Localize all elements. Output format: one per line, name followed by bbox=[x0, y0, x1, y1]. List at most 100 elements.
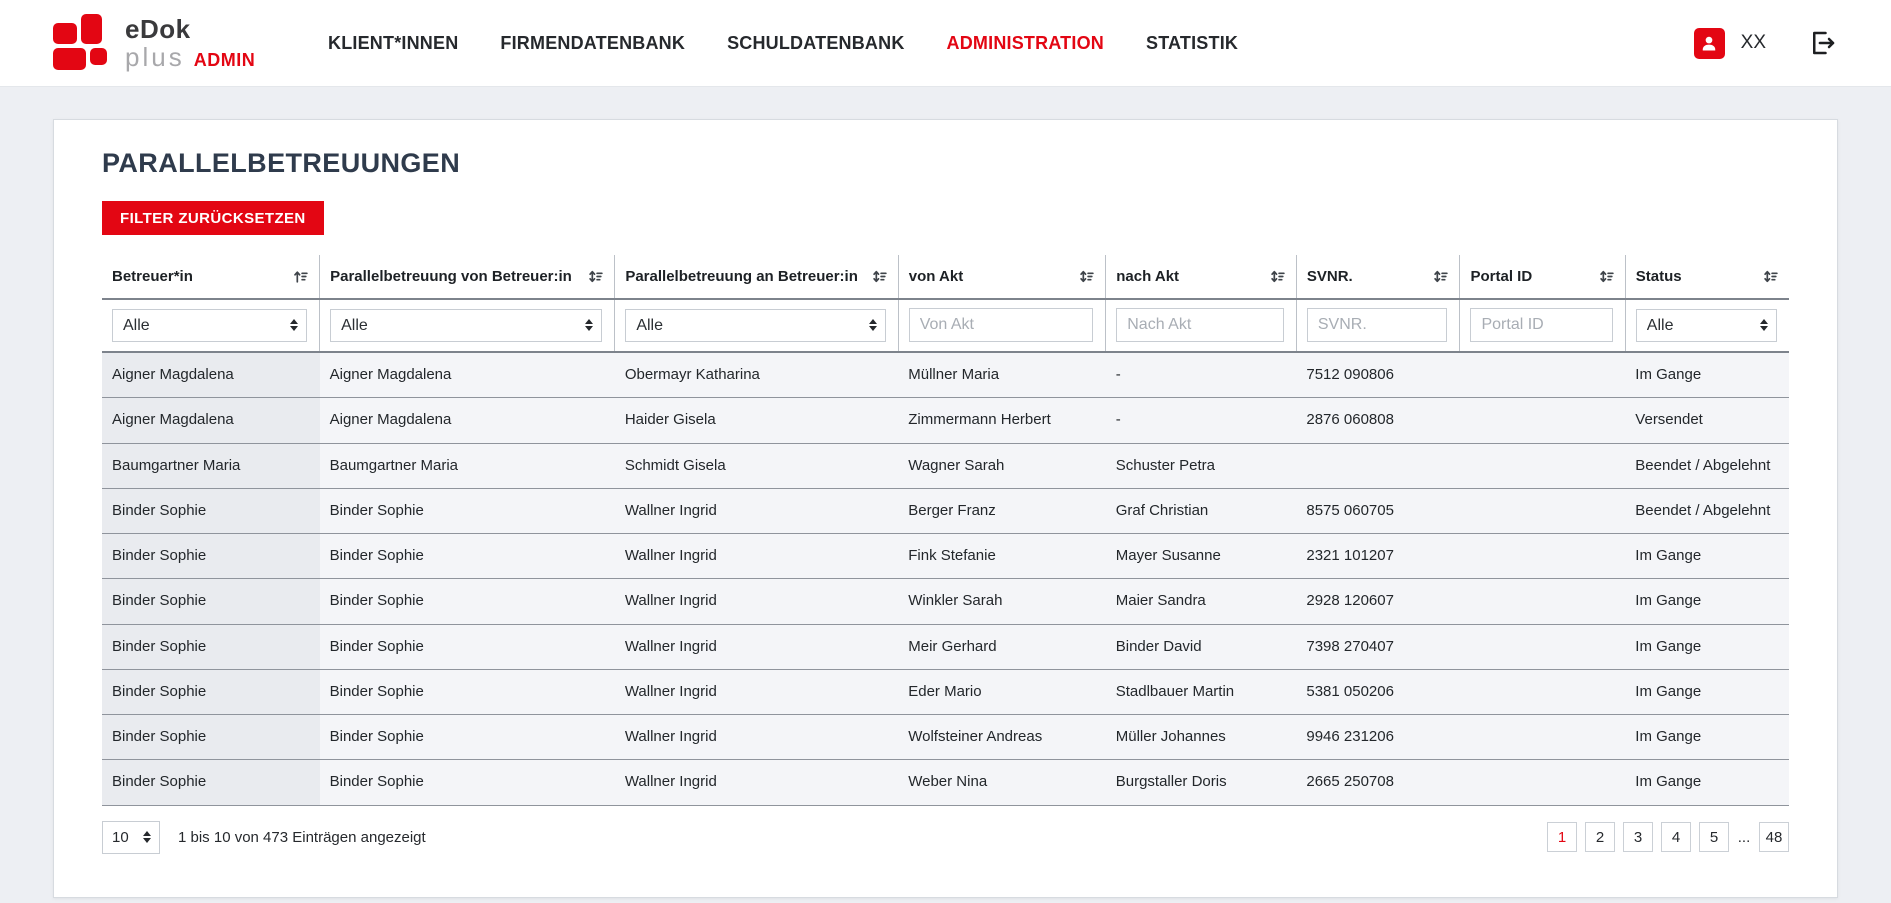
logo-plus-label: plus bbox=[125, 44, 185, 70]
filter-cell: Alle bbox=[102, 299, 320, 352]
filter-select-box: Alle bbox=[330, 317, 602, 334]
table-row: Aigner MagdalenaAigner MagdalenaHaider G… bbox=[102, 398, 1789, 443]
logo-edok-label: eDok bbox=[125, 14, 191, 44]
filter-input-svnr[interactable] bbox=[1307, 308, 1448, 342]
pagination: 12345... 48 bbox=[1547, 822, 1789, 852]
filter-cell: Alle bbox=[1625, 299, 1789, 352]
sort-icon bbox=[1269, 268, 1286, 285]
column-header-parallelbetreuung-an-betreuer-in[interactable]: Parallelbetreuung an Betreuer:in bbox=[615, 255, 898, 299]
cell-svnr: 2928 120607 bbox=[1296, 579, 1460, 624]
cell-status: Versendet bbox=[1625, 398, 1789, 443]
cell-parallelbetreuung-von-betreuer-in: Binder Sophie bbox=[320, 760, 615, 805]
column-header-svnr[interactable]: SVNR. bbox=[1296, 255, 1460, 299]
cell-status: Im Gange bbox=[1625, 624, 1789, 669]
nav-item-schuldatenbank[interactable]: SCHULDATENBANK bbox=[727, 33, 904, 54]
filter-cell: Alle bbox=[615, 299, 898, 352]
cell-status: Im Gange bbox=[1625, 534, 1789, 579]
cell-nach-akt: - bbox=[1106, 352, 1297, 398]
cell-svnr: 7398 270407 bbox=[1296, 624, 1460, 669]
cell-portal-id bbox=[1460, 579, 1625, 624]
cell-von-akt: Zimmermann Herbert bbox=[898, 398, 1106, 443]
cell-nach-akt: - bbox=[1106, 398, 1297, 443]
cell-parallelbetreuung-von-betreuer-in: Binder Sophie bbox=[320, 715, 615, 760]
cell-svnr: 8575 060705 bbox=[1296, 488, 1460, 533]
cell-parallelbetreuung-von-betreuer-in: Aigner Magdalena bbox=[320, 398, 615, 443]
filter-input-von-akt[interactable] bbox=[909, 308, 1094, 342]
cell-parallelbetreuung-an-betreuer-in: Haider Gisela bbox=[615, 398, 898, 443]
user-icon[interactable] bbox=[1694, 28, 1725, 59]
cell-betreuer-in: Baumgartner Maria bbox=[102, 443, 320, 488]
sort-icon bbox=[1432, 268, 1449, 285]
cell-von-akt: Meir Gerhard bbox=[898, 624, 1106, 669]
parallelbetreuungen-card: PARALLELBETREUUNGEN FILTER ZURÜCKSETZEN … bbox=[53, 119, 1838, 898]
results-summary: 1 bis 10 von 473 Einträgen angezeigt bbox=[178, 829, 426, 846]
app-logo: eDok plus ADMIN bbox=[53, 14, 293, 72]
column-header-label: Betreuer*in bbox=[112, 268, 193, 285]
column-header-betreuer-in[interactable]: Betreuer*in bbox=[102, 255, 320, 299]
page-button-48[interactable]: 48 bbox=[1759, 822, 1789, 852]
column-header-von-akt[interactable]: von Akt bbox=[898, 255, 1106, 299]
cell-status: Beendet / Abgelehnt bbox=[1625, 488, 1789, 533]
page-size-select[interactable]: 10 bbox=[102, 821, 160, 854]
cell-status: Im Gange bbox=[1625, 760, 1789, 805]
column-header-parallelbetreuung-von-betreuer-in[interactable]: Parallelbetreuung von Betreuer:in bbox=[320, 255, 615, 299]
cell-parallelbetreuung-an-betreuer-in: Wallner Ingrid bbox=[615, 715, 898, 760]
cell-parallelbetreuung-an-betreuer-in: Wallner Ingrid bbox=[615, 579, 898, 624]
cell-nach-akt: Graf Christian bbox=[1106, 488, 1297, 533]
cell-portal-id bbox=[1460, 488, 1625, 533]
page-button-3[interactable]: 3 bbox=[1623, 822, 1653, 852]
filter-select-box: Alle bbox=[1636, 317, 1777, 334]
cell-parallelbetreuung-an-betreuer-in: Wallner Ingrid bbox=[615, 488, 898, 533]
column-header-label: Parallelbetreuung von Betreuer:in bbox=[330, 268, 572, 285]
sort-ascending-icon bbox=[292, 268, 309, 285]
cell-parallelbetreuung-von-betreuer-in: Baumgartner Maria bbox=[320, 443, 615, 488]
cell-von-akt: Winkler Sarah bbox=[898, 579, 1106, 624]
filter-cell bbox=[1106, 299, 1297, 352]
column-header-label: Status bbox=[1636, 268, 1682, 285]
cell-parallelbetreuung-von-betreuer-in: Binder Sophie bbox=[320, 534, 615, 579]
table-row: Binder SophieBinder SophieWallner Ingrid… bbox=[102, 669, 1789, 714]
cell-von-akt: Weber Nina bbox=[898, 760, 1106, 805]
page-button-5[interactable]: 5 bbox=[1699, 822, 1729, 852]
logout-button[interactable] bbox=[1808, 28, 1838, 58]
filter-select-betreuer-in[interactable]: Alle bbox=[112, 309, 307, 342]
table-row: Binder SophieBinder SophieWallner Ingrid… bbox=[102, 715, 1789, 760]
column-header-label: nach Akt bbox=[1116, 268, 1179, 285]
cell-portal-id bbox=[1460, 352, 1625, 398]
nav-item-administration[interactable]: ADMINISTRATION bbox=[947, 33, 1104, 54]
page-size-box: 10 bbox=[102, 821, 160, 854]
cell-parallelbetreuung-von-betreuer-in: Aigner Magdalena bbox=[320, 352, 615, 398]
table-row: Binder SophieBinder SophieWallner Ingrid… bbox=[102, 760, 1789, 805]
cell-svnr: 2876 060808 bbox=[1296, 398, 1460, 443]
column-header-status[interactable]: Status bbox=[1625, 255, 1789, 299]
page-button-2[interactable]: 2 bbox=[1585, 822, 1615, 852]
filter-select-box: Alle bbox=[112, 317, 307, 334]
page-ellipsis: ... bbox=[1737, 822, 1751, 852]
cell-status: Im Gange bbox=[1625, 715, 1789, 760]
filter-input-nach-akt[interactable] bbox=[1116, 308, 1284, 342]
cell-parallelbetreuung-an-betreuer-in: Wallner Ingrid bbox=[615, 760, 898, 805]
cell-betreuer-in: Binder Sophie bbox=[102, 488, 320, 533]
cell-portal-id bbox=[1460, 398, 1625, 443]
filter-input-portal-id[interactable] bbox=[1470, 308, 1612, 342]
cell-betreuer-in: Binder Sophie bbox=[102, 534, 320, 579]
reset-filters-button[interactable]: FILTER ZURÜCKSETZEN bbox=[102, 201, 324, 235]
column-header-nach-akt[interactable]: nach Akt bbox=[1106, 255, 1297, 299]
nav-item-statistik[interactable]: STATISTIK bbox=[1146, 33, 1238, 54]
column-header-portal-id[interactable]: Portal ID bbox=[1460, 255, 1625, 299]
cell-svnr: 7512 090806 bbox=[1296, 352, 1460, 398]
cell-parallelbetreuung-an-betreuer-in: Schmidt Gisela bbox=[615, 443, 898, 488]
page-content: PARALLELBETREUUNGEN FILTER ZURÜCKSETZEN … bbox=[0, 119, 1891, 898]
filter-select-status[interactable]: Alle bbox=[1636, 309, 1777, 342]
nav-item-klient-innen[interactable]: KLIENT*INNEN bbox=[328, 33, 458, 54]
cell-portal-id bbox=[1460, 715, 1625, 760]
filter-select-parallelbetreuung-von-betreuer-in[interactable]: Alle bbox=[330, 309, 602, 342]
logo-squares-icon bbox=[53, 14, 115, 72]
cell-svnr: 9946 231206 bbox=[1296, 715, 1460, 760]
page-button-4[interactable]: 4 bbox=[1661, 822, 1691, 852]
page-button-1[interactable]: 1 bbox=[1547, 822, 1577, 852]
cell-parallelbetreuung-von-betreuer-in: Binder Sophie bbox=[320, 669, 615, 714]
cell-parallelbetreuung-an-betreuer-in: Obermayr Katharina bbox=[615, 352, 898, 398]
filter-select-parallelbetreuung-an-betreuer-in[interactable]: Alle bbox=[625, 309, 885, 342]
nav-item-firmendatenbank[interactable]: FIRMENDATENBANK bbox=[500, 33, 685, 54]
